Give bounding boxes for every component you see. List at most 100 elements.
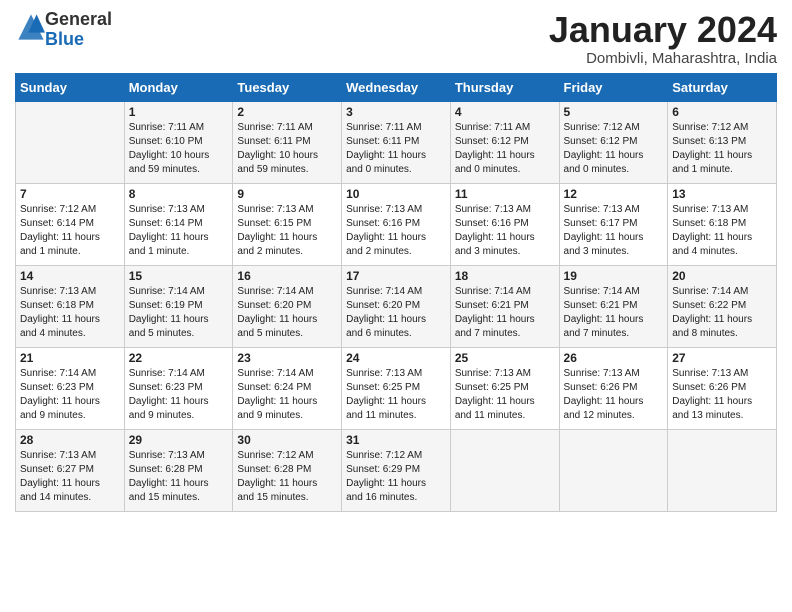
day-number: 8 [129, 187, 229, 201]
calendar-cell: 18 Sunrise: 7:14 AM Sunset: 6:21 PM Dayli… [450, 265, 559, 347]
header: General Blue January 2024 Dombivli, Maha… [15, 10, 777, 67]
calendar-cell: 9Sunrise: 7:13 AM Sunset: 6:15 PM Daylig… [233, 183, 342, 265]
col-saturday: Saturday [668, 73, 777, 101]
calendar-week-row: 14 Sunrise: 7:13 AM Sunset: 6:18 PM Dayli… [16, 265, 777, 347]
calendar-cell: 5Sunrise: 7:12 AM Sunset: 6:12 PM Daylig… [559, 101, 668, 183]
calendar-week-row: 28 Sunrise: 7:13 AM Sunset: 6:27 PM Dayli… [16, 429, 777, 511]
day-number: 13 [672, 187, 772, 201]
logo-icon [17, 13, 45, 41]
calendar-week-row: 1 Sunrise: 7:11 AM Sunset: 6:10 PM Daylig… [16, 101, 777, 183]
day-number: 23 [237, 351, 337, 365]
day-number: 15 [129, 269, 229, 283]
day-info: Sunrise: 7:12 AM Sunset: 6:14 PM Dayligh… [20, 203, 120, 259]
calendar-cell: 24 Sunrise: 7:13 AM Sunset: 6:25 PM Dayli… [342, 347, 451, 429]
day-info: Sunrise: 7:14 AM Sunset: 6:23 PM Dayligh… [129, 367, 229, 423]
logo: General Blue [15, 10, 112, 50]
day-info: Sunrise: 7:13 AM Sunset: 6:18 PM Dayligh… [20, 285, 120, 341]
calendar-table: Sunday Monday Tuesday Wednesday Thursday… [15, 73, 777, 512]
day-info: Sunrise: 7:14 AM Sunset: 6:24 PM Dayligh… [237, 367, 337, 423]
col-friday: Friday [559, 73, 668, 101]
calendar-cell: 30Sunrise: 7:12 AM Sunset: 6:28 PM Dayli… [233, 429, 342, 511]
calendar-cell: 13Sunrise: 7:13 AM Sunset: 6:18 PM Dayli… [668, 183, 777, 265]
day-info: Sunrise: 7:13 AM Sunset: 6:26 PM Dayligh… [672, 367, 772, 423]
day-number: 1 [129, 105, 229, 119]
day-info: Sunrise: 7:14 AM Sunset: 6:21 PM Dayligh… [455, 285, 555, 341]
calendar-cell: 25 Sunrise: 7:13 AM Sunset: 6:25 PM Dayli… [450, 347, 559, 429]
day-info: Sunrise: 7:14 AM Sunset: 6:19 PM Dayligh… [129, 285, 229, 341]
day-info: Sunrise: 7:11 AM Sunset: 6:11 PM Dayligh… [346, 121, 446, 177]
calendar-cell: 4Sunrise: 7:11 AM Sunset: 6:12 PM Daylig… [450, 101, 559, 183]
calendar-cell: 20 Sunrise: 7:14 AM Sunset: 6:22 PM Dayli… [668, 265, 777, 347]
calendar-cell: 3 Sunrise: 7:11 AM Sunset: 6:11 PM Daylig… [342, 101, 451, 183]
day-number: 14 [20, 269, 120, 283]
day-info: Sunrise: 7:12 AM Sunset: 6:12 PM Dayligh… [564, 121, 664, 177]
calendar-week-row: 7 Sunrise: 7:12 AM Sunset: 6:14 PM Daylig… [16, 183, 777, 265]
logo-text: General Blue [45, 10, 112, 50]
day-info: Sunrise: 7:13 AM Sunset: 6:28 PM Dayligh… [129, 449, 229, 505]
calendar-cell: 12Sunrise: 7:13 AM Sunset: 6:17 PM Dayli… [559, 183, 668, 265]
day-number: 25 [455, 351, 555, 365]
calendar-cell: 17 Sunrise: 7:14 AM Sunset: 6:20 PM Dayli… [342, 265, 451, 347]
calendar-cell: 21Sunrise: 7:14 AM Sunset: 6:23 PM Dayli… [16, 347, 125, 429]
calendar-cell: 22 Sunrise: 7:14 AM Sunset: 6:23 PM Dayli… [124, 347, 233, 429]
calendar-cell: 28 Sunrise: 7:13 AM Sunset: 6:27 PM Dayli… [16, 429, 125, 511]
calendar-cell: 6 Sunrise: 7:12 AM Sunset: 6:13 PM Daylig… [668, 101, 777, 183]
calendar-cell: 27Sunrise: 7:13 AM Sunset: 6:26 PM Dayli… [668, 347, 777, 429]
day-number: 11 [455, 187, 555, 201]
day-info: Sunrise: 7:13 AM Sunset: 6:16 PM Dayligh… [455, 203, 555, 259]
day-number: 26 [564, 351, 664, 365]
day-info: Sunrise: 7:14 AM Sunset: 6:22 PM Dayligh… [672, 285, 772, 341]
col-wednesday: Wednesday [342, 73, 451, 101]
day-number: 6 [672, 105, 772, 119]
day-info: Sunrise: 7:12 AM Sunset: 6:13 PM Dayligh… [672, 121, 772, 177]
logo-blue: Blue [45, 29, 84, 49]
day-number: 10 [346, 187, 446, 201]
day-info: Sunrise: 7:14 AM Sunset: 6:20 PM Dayligh… [237, 285, 337, 341]
calendar-cell: 26 Sunrise: 7:13 AM Sunset: 6:26 PM Dayli… [559, 347, 668, 429]
calendar-cell: 1 Sunrise: 7:11 AM Sunset: 6:10 PM Daylig… [124, 101, 233, 183]
day-number: 20 [672, 269, 772, 283]
day-info: Sunrise: 7:13 AM Sunset: 6:27 PM Dayligh… [20, 449, 120, 505]
month-title: January 2024 [549, 10, 777, 50]
day-number: 3 [346, 105, 446, 119]
calendar-cell: 11 Sunrise: 7:13 AM Sunset: 6:16 PM Dayli… [450, 183, 559, 265]
calendar-cell: 10 Sunrise: 7:13 AM Sunset: 6:16 PM Dayli… [342, 183, 451, 265]
calendar-header-row: Sunday Monday Tuesday Wednesday Thursday… [16, 73, 777, 101]
page-container: General Blue January 2024 Dombivli, Maha… [0, 0, 792, 522]
calendar-cell [668, 429, 777, 511]
day-number: 17 [346, 269, 446, 283]
day-number: 4 [455, 105, 555, 119]
day-number: 7 [20, 187, 120, 201]
calendar-cell [450, 429, 559, 511]
day-info: Sunrise: 7:11 AM Sunset: 6:11 PM Dayligh… [237, 121, 337, 177]
location: Dombivli, Maharashtra, India [549, 50, 777, 67]
day-info: Sunrise: 7:13 AM Sunset: 6:25 PM Dayligh… [346, 367, 446, 423]
col-monday: Monday [124, 73, 233, 101]
day-info: Sunrise: 7:14 AM Sunset: 6:20 PM Dayligh… [346, 285, 446, 341]
day-number: 18 [455, 269, 555, 283]
day-info: Sunrise: 7:13 AM Sunset: 6:25 PM Dayligh… [455, 367, 555, 423]
calendar-cell: 31Sunrise: 7:12 AM Sunset: 6:29 PM Dayli… [342, 429, 451, 511]
calendar-cell: 14 Sunrise: 7:13 AM Sunset: 6:18 PM Dayli… [16, 265, 125, 347]
calendar-cell: 15 Sunrise: 7:14 AM Sunset: 6:19 PM Dayli… [124, 265, 233, 347]
day-info: Sunrise: 7:13 AM Sunset: 6:26 PM Dayligh… [564, 367, 664, 423]
day-number: 24 [346, 351, 446, 365]
calendar-cell: 2 Sunrise: 7:11 AM Sunset: 6:11 PM Daylig… [233, 101, 342, 183]
calendar-cell [16, 101, 125, 183]
day-info: Sunrise: 7:13 AM Sunset: 6:14 PM Dayligh… [129, 203, 229, 259]
col-tuesday: Tuesday [233, 73, 342, 101]
calendar-cell: 19Sunrise: 7:14 AM Sunset: 6:21 PM Dayli… [559, 265, 668, 347]
day-info: Sunrise: 7:12 AM Sunset: 6:28 PM Dayligh… [237, 449, 337, 505]
day-number: 22 [129, 351, 229, 365]
col-sunday: Sunday [16, 73, 125, 101]
day-info: Sunrise: 7:13 AM Sunset: 6:16 PM Dayligh… [346, 203, 446, 259]
day-info: Sunrise: 7:11 AM Sunset: 6:10 PM Dayligh… [129, 121, 229, 177]
logo-general: General [45, 9, 112, 29]
day-number: 28 [20, 433, 120, 447]
calendar-cell: 16Sunrise: 7:14 AM Sunset: 6:20 PM Dayli… [233, 265, 342, 347]
day-number: 2 [237, 105, 337, 119]
day-info: Sunrise: 7:14 AM Sunset: 6:23 PM Dayligh… [20, 367, 120, 423]
calendar-week-row: 21Sunrise: 7:14 AM Sunset: 6:23 PM Dayli… [16, 347, 777, 429]
day-number: 12 [564, 187, 664, 201]
calendar-cell [559, 429, 668, 511]
